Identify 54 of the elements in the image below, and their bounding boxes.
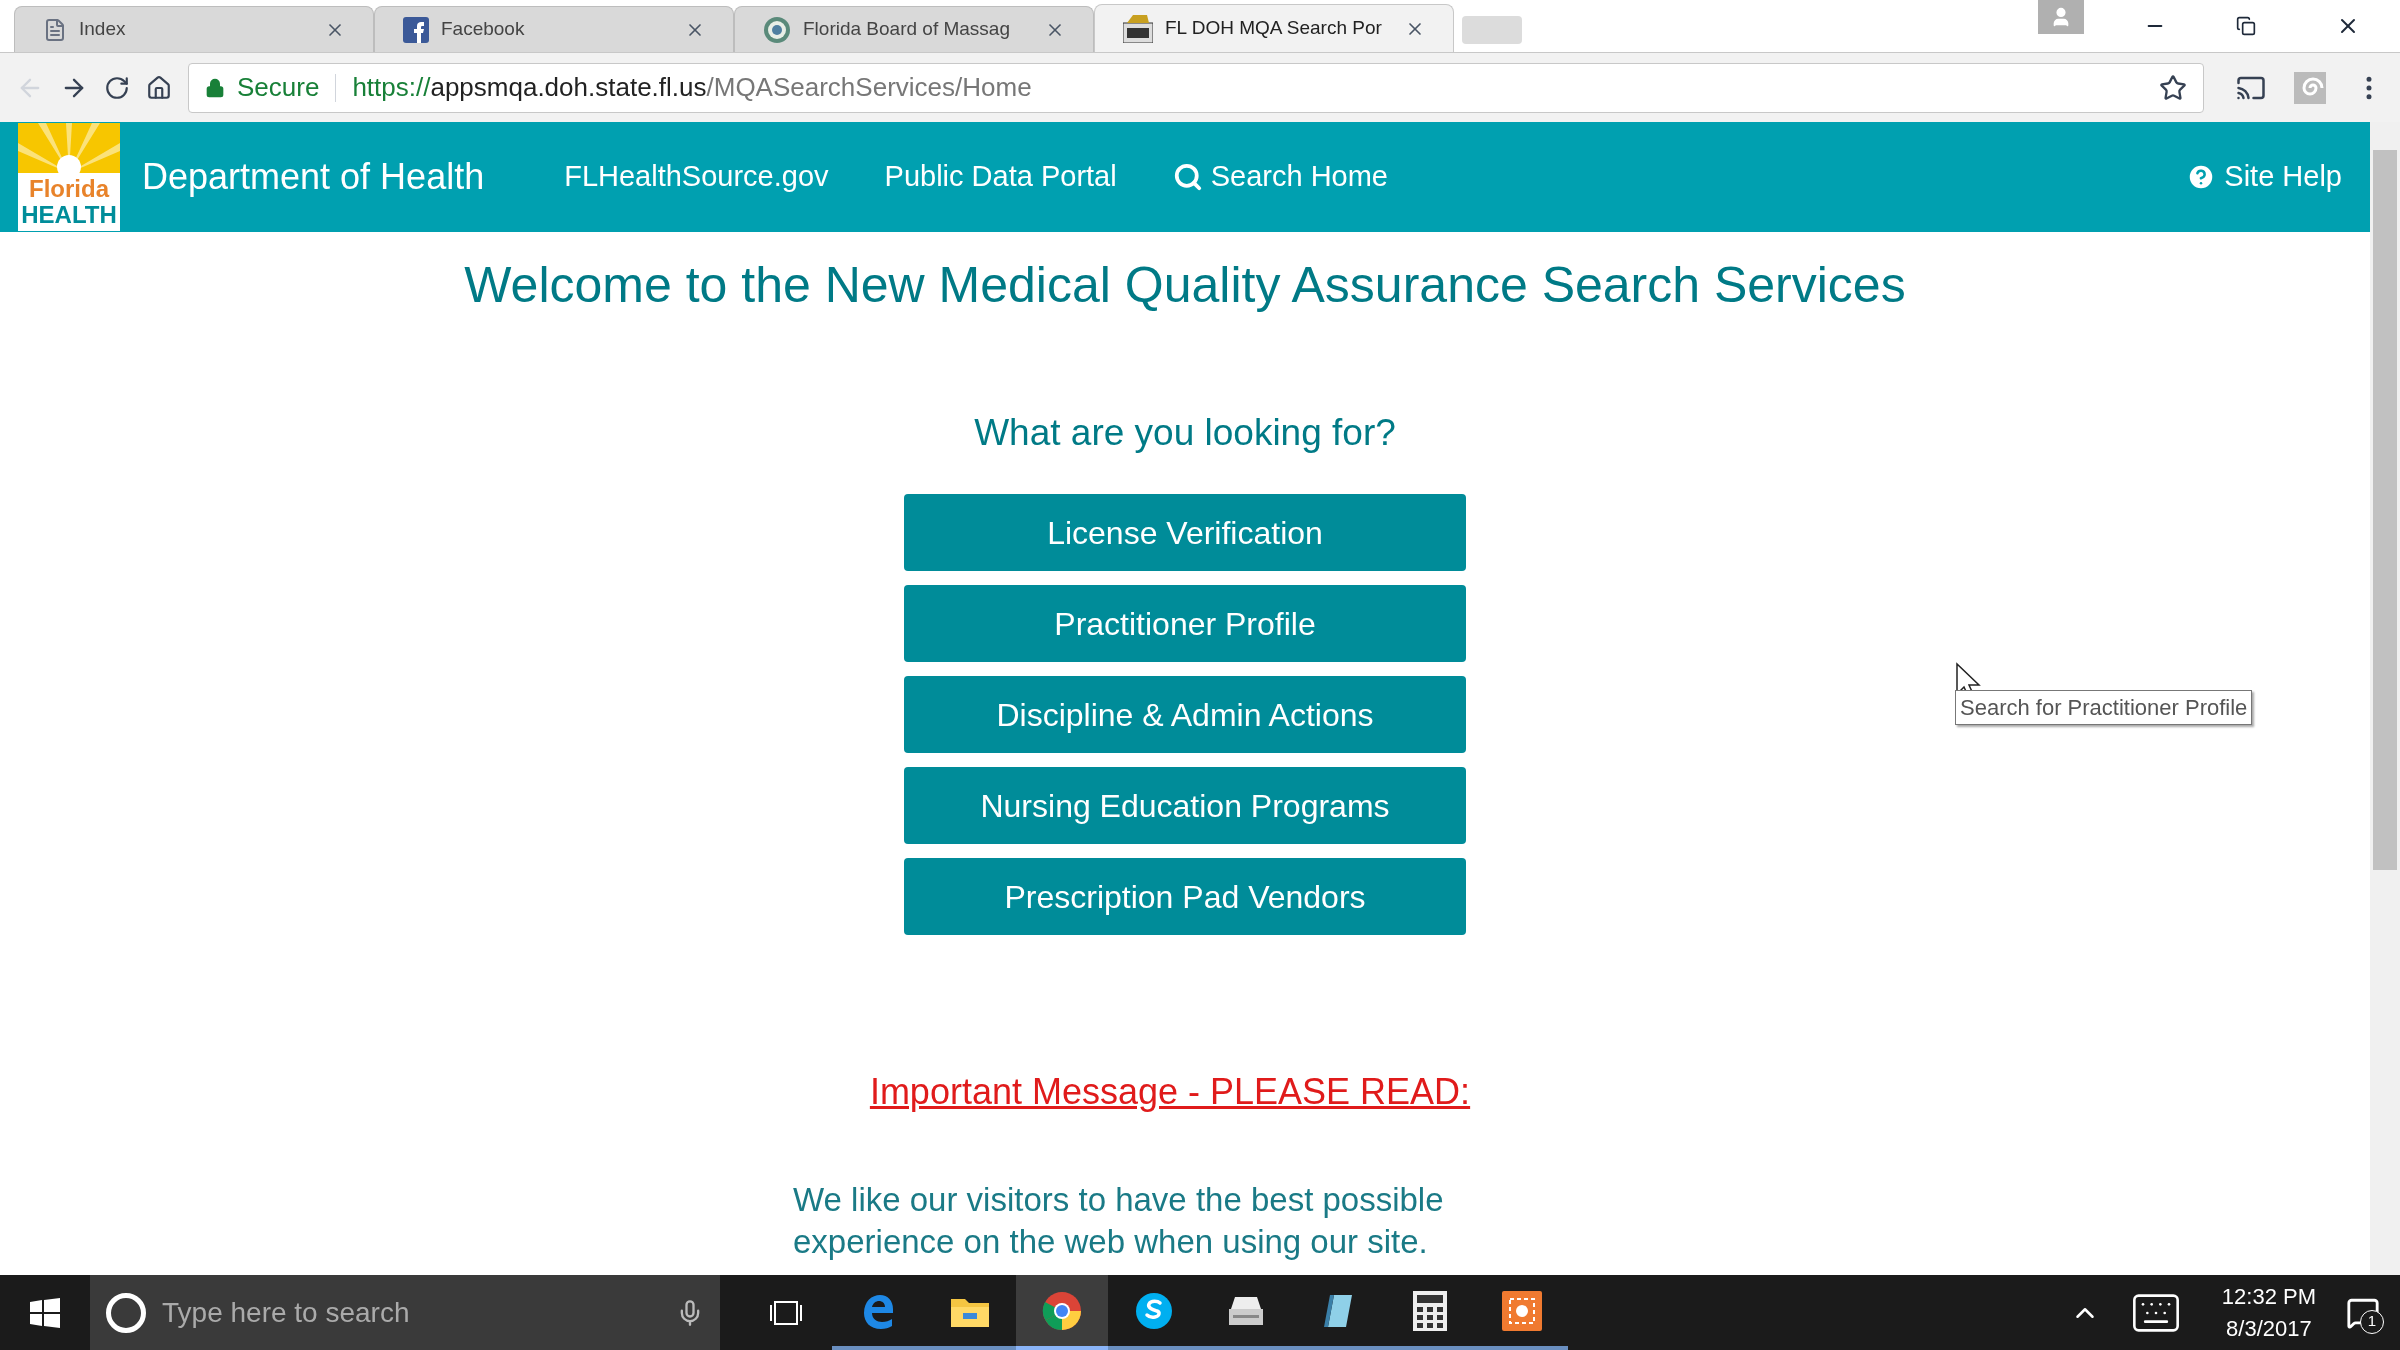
- logo-word: Florida: [29, 177, 109, 201]
- browser-tab[interactable]: Facebook: [374, 6, 734, 52]
- seal-icon: [763, 15, 791, 44]
- search-option-button[interactable]: Discipline & Admin Actions: [904, 676, 1466, 753]
- taskbar-app-button[interactable]: [1016, 1275, 1108, 1350]
- capture-icon[interactable]: [1502, 1290, 1542, 1331]
- home-icon[interactable]: [146, 74, 172, 101]
- search-option-button[interactable]: Prescription Pad Vendors: [904, 858, 1466, 935]
- search-option-button[interactable]: Practitioner Profile: [904, 585, 1466, 662]
- url-text: https://appsmqa.doh.state.fl.us/MQASearchServices/Home: [352, 71, 1033, 104]
- calculator-icon[interactable]: [1413, 1290, 1447, 1331]
- doh-logo-icon: [1123, 14, 1153, 43]
- browser-tab[interactable]: FL DOH MQA Search Por: [1094, 4, 1454, 52]
- windows-start-icon[interactable]: [30, 1297, 60, 1328]
- important-message-link[interactable]: Important Message - PLEASE READ:: [869, 1065, 1471, 1119]
- tooltip: Search for Practitioner Profile: [1955, 690, 2253, 725]
- page-title: Welcome to the New Medical Quality Assurance Search Services: [464, 256, 1906, 315]
- clock-date: 8/3/2017: [2226, 1314, 2312, 1343]
- secure-label: Secure: [237, 71, 320, 104]
- address-bar[interactable]: Secure https://appsmqa.doh.state.fl.us/MQASearchServices/Home: [188, 62, 2204, 113]
- page-icon: [43, 17, 67, 42]
- facebook-icon: [403, 16, 429, 43]
- clock-time: 12:32 PM: [2221, 1282, 2316, 1311]
- reload-icon[interactable]: [104, 74, 130, 101]
- tab-title: Facebook: [441, 17, 526, 42]
- browser-tab[interactable]: Florida Board of Massag: [734, 6, 1094, 52]
- site-brand[interactable]: Department of Health: [142, 150, 485, 204]
- bookmark-star-icon[interactable]: [2159, 73, 2187, 102]
- page-question: What are you looking for?: [974, 410, 1396, 455]
- site-help-link[interactable]: Site Help: [2186, 155, 2342, 199]
- search-icon: [1172, 162, 1203, 192]
- restore-icon[interactable]: [2236, 16, 2256, 36]
- nav-link[interactable]: Public Data Portal: [884, 155, 1117, 199]
- browser-tab[interactable]: Index: [14, 6, 374, 52]
- taskbar-search-field[interactable]: Type here to search: [90, 1275, 720, 1350]
- nav-link[interactable]: FLHealthSource.gov: [564, 155, 829, 199]
- taskbar-clock[interactable]: 12:32 PM 8/3/2017: [2221, 1280, 2316, 1345]
- notification-count: 1: [2360, 1309, 2384, 1334]
- florida-health-logo[interactable]: Florida HEALTH: [18, 123, 120, 231]
- task-view-icon[interactable]: [769, 1298, 803, 1327]
- logo-word: HEALTH: [21, 203, 117, 227]
- tab-title: FL DOH MQA Search Por: [1165, 16, 1383, 41]
- welcome-paragraph: We like our visitors to have the best possible experience on the web when using our site.: [793, 1180, 1445, 1262]
- tab-title: Index: [79, 17, 127, 42]
- search-option-button[interactable]: License Verification: [904, 494, 1466, 571]
- sun-icon: [18, 123, 120, 173]
- nav-link[interactable]: Search Home: [1172, 155, 1388, 199]
- scrollbar[interactable]: [2370, 122, 2400, 1275]
- search-option-button[interactable]: Nursing Education Programs: [904, 767, 1466, 844]
- lock-icon: [205, 77, 225, 98]
- tab-title: Florida Board of Massag: [803, 17, 1011, 42]
- skype-icon[interactable]: [1134, 1290, 1174, 1331]
- search-placeholder: Type here to search: [162, 1295, 411, 1330]
- chrome-icon[interactable]: [1042, 1290, 1082, 1331]
